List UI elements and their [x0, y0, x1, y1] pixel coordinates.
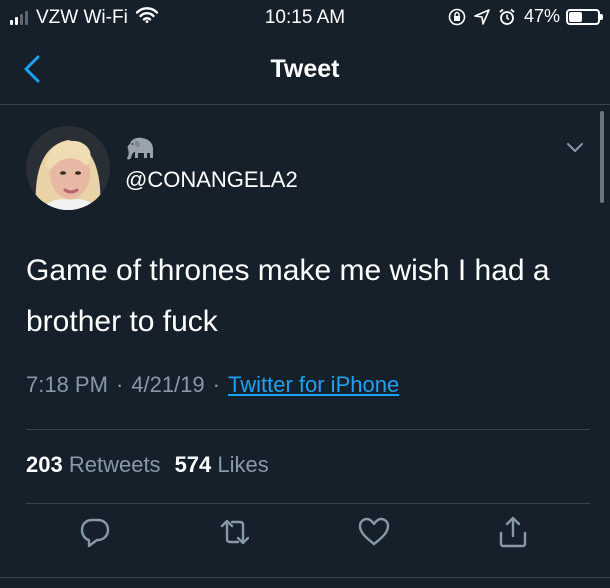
location-icon [474, 8, 490, 25]
share-icon [499, 516, 527, 548]
likes-count: 574 [174, 452, 212, 477]
tweet-detail: @CONANGELA2 Game of thrones make me wish… [0, 105, 610, 588]
like-button[interactable] [357, 515, 391, 549]
separator: · [115, 372, 124, 397]
tweet-actions [0, 515, 610, 565]
battery-icon [566, 8, 603, 25]
status-right: 47% [448, 6, 603, 27]
divider [26, 429, 590, 430]
share-button[interactable] [496, 515, 530, 549]
like-icon [358, 517, 390, 546]
battery-percent: 47% [523, 6, 560, 26]
divider [0, 577, 610, 578]
user-handle[interactable]: @CONANGELA2 [125, 167, 298, 193]
reply-icon [80, 518, 110, 548]
alarm-icon [498, 8, 516, 26]
avatar[interactable] [26, 126, 110, 210]
retweet-icon [220, 519, 250, 545]
status-bar: VZW Wi-Fi 10:15 AM 47% [0, 0, 610, 36]
chevron-down-icon [567, 143, 583, 152]
retweets-stat[interactable]: 203 Retweets [26, 452, 161, 477]
page-title: Tweet [270, 55, 340, 83]
profile-photo [26, 126, 110, 210]
tweet-text: Game of thrones make me wish I had a bro… [26, 254, 550, 338]
likes-label: Likes [217, 452, 269, 477]
elephant-icon [124, 136, 156, 162]
retweets-count: 203 [26, 452, 63, 477]
divider [26, 503, 590, 504]
scrollbar[interactable] [600, 111, 604, 203]
tweet-source-link[interactable]: Twitter for iPhone [228, 372, 399, 397]
rotation-lock-icon [448, 8, 466, 26]
reply-button[interactable] [78, 515, 112, 549]
tweet-metadata: 7:18 PM · 4/21/19 · Twitter for iPhone [26, 372, 399, 398]
battery-tip [600, 13, 603, 20]
tweet-date: 4/21/19 [131, 372, 205, 397]
tweet-stats: 203 Retweets 574 Likes [26, 452, 269, 478]
retweets-label: Retweets [68, 452, 161, 477]
tweet-time: 7:18 PM [26, 372, 108, 397]
battery-fill [569, 11, 582, 22]
retweet-button[interactable] [218, 515, 252, 549]
likes-stat[interactable]: 574 Likes [175, 452, 269, 477]
tweet-options-button[interactable] [565, 141, 585, 155]
separator: · [212, 372, 220, 397]
navigation-bar: Tweet [0, 36, 610, 105]
